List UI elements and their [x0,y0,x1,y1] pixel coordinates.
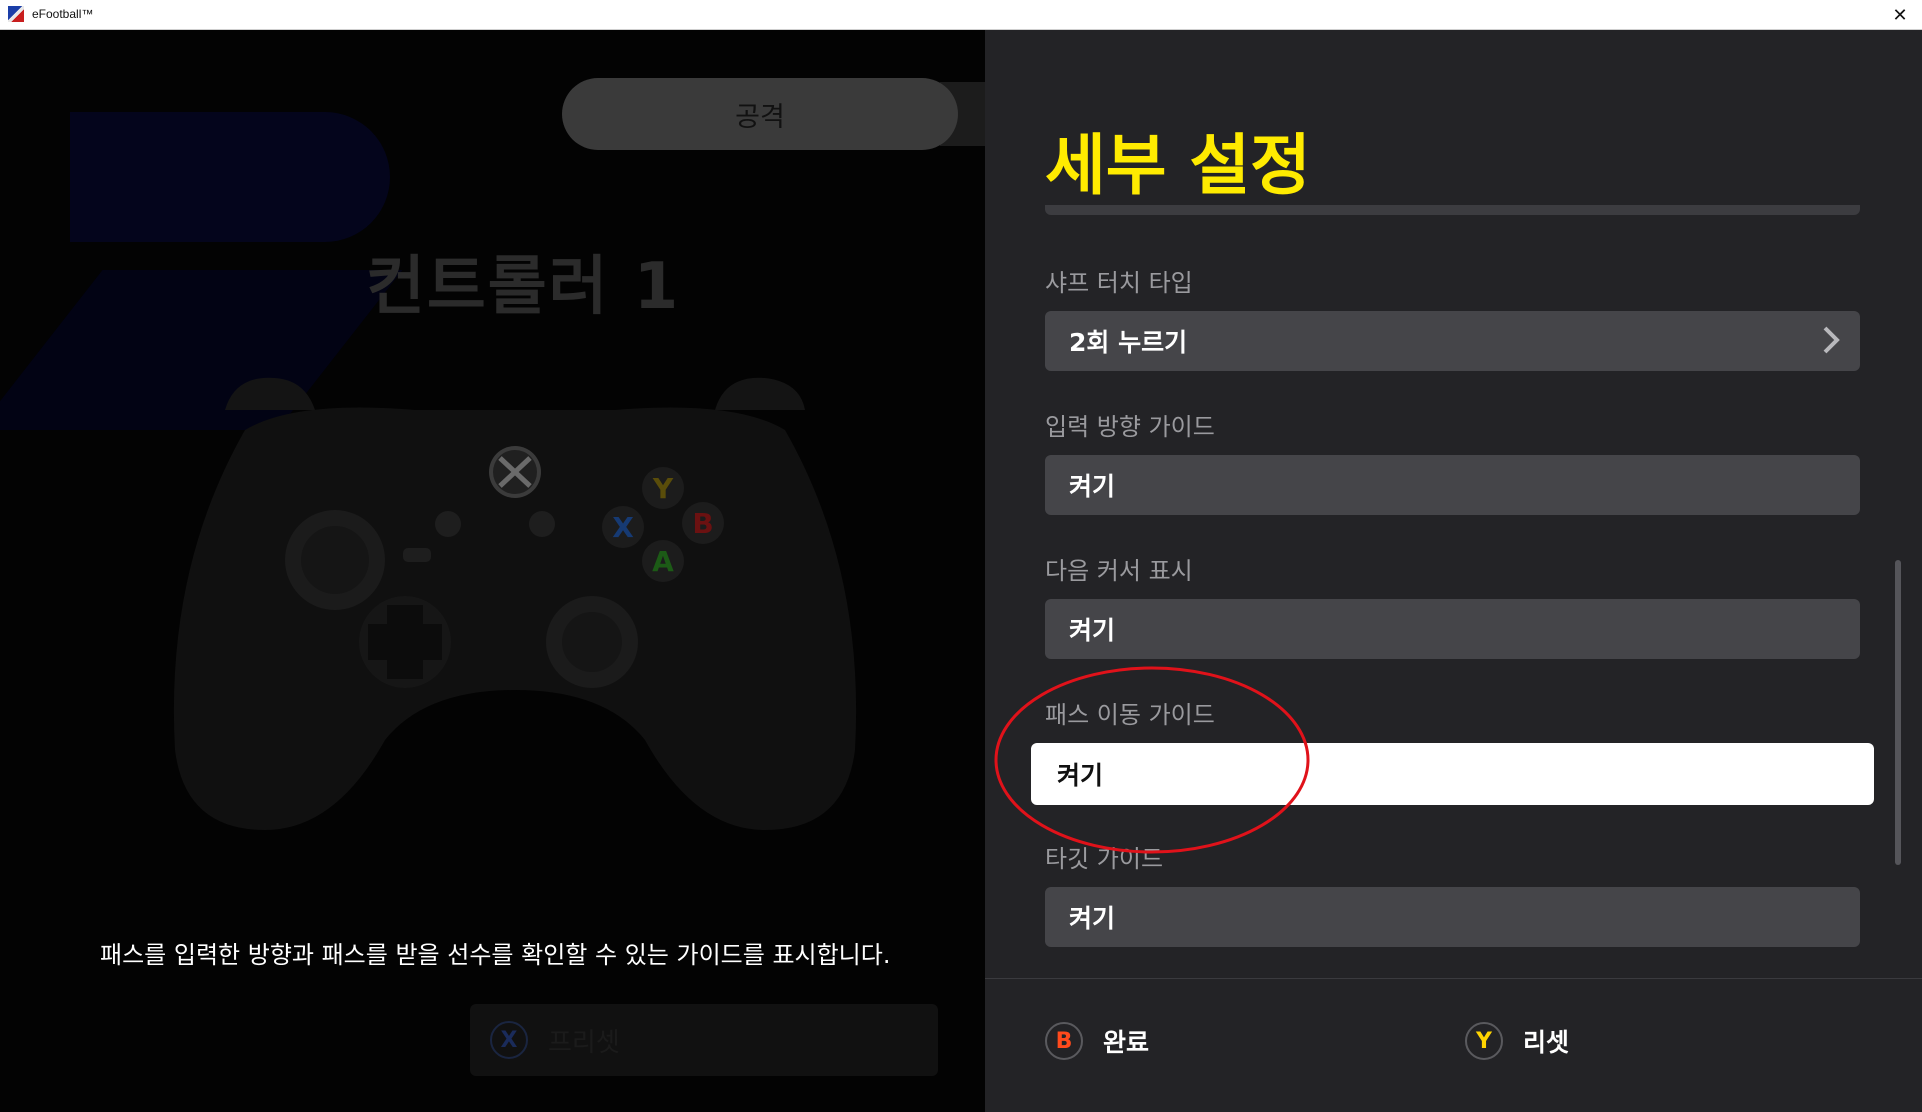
x-button-icon: X [490,1021,528,1059]
setting-label: 타깃 가이드 [1045,845,1164,873]
done-button[interactable]: B 완료 [1045,1022,1149,1060]
setting-description: 패스를 입력한 방향과 패스를 받을 선수를 확인할 수 있는 가이드를 표시합… [100,941,891,969]
panel-title: 세부 설정 [1045,127,1311,204]
detail-settings-panel: 세부 설정 샤프 터치 타입 2회 누르기 입력 방향 가이드 켜기 다음 커서… [985,30,1922,1112]
setting-label: 입력 방향 가이드 [1045,413,1215,441]
reset-button[interactable]: Y 리셋 [1465,1022,1569,1060]
window-title: eFootball™ [32,7,94,21]
b-button-glyph: B [692,507,713,540]
setting-next-cursor-display: 다음 커서 표시 켜기 [1045,553,1860,659]
setting-value-box[interactable]: 켜기 [1045,887,1860,947]
setting-label: 샤프 터치 타입 [1045,269,1193,297]
controller-pane: 공격 컨트롤러 1 Y X B A 패스를 입력한 방향과 패스를 받을 선수를… [0,30,985,1112]
tab-attack[interactable]: 공격 [562,78,958,150]
close-icon[interactable]: ✕ [1878,0,1922,30]
b-button-icon: B [1045,1022,1083,1060]
chevron-right-icon [1823,326,1840,354]
window-titlebar: eFootball™ ✕ [0,0,1922,30]
reset-label: 리셋 [1523,1028,1570,1057]
background-logo-shape [70,112,390,242]
setting-label: 다음 커서 표시 [1045,557,1193,585]
setting-value-box[interactable]: 2회 누르기 [1045,311,1860,371]
xbox-controller-icon: Y X B A [173,377,857,830]
setting-value: 켜기 [1069,904,1116,933]
setting-target-guide: 타깃 가이드 켜기 [1045,841,1860,947]
preset-label: 프리셋 [548,1027,620,1058]
setting-value-box-selected[interactable]: 켜기 [1031,743,1874,805]
setting-value: 켜기 [1069,472,1116,501]
setting-value: 켜기 [1057,761,1104,790]
settings-list: 샤프 터치 타입 2회 누르기 입력 방향 가이드 켜기 다음 커서 표시 켜기… [985,205,1922,985]
setting-value-box[interactable]: 켜기 [1045,455,1860,515]
done-label: 완료 [1103,1028,1150,1057]
x-button-glyph: X [612,511,634,544]
setting-input-direction-guide: 입력 방향 가이드 켜기 [1045,409,1860,515]
setting-pass-movement-guide: 패스 이동 가이드 켜기 [1031,697,1874,805]
setting-label: 패스 이동 가이드 [1045,701,1215,729]
setting-value: 2회 누르기 [1069,328,1188,357]
y-button-glyph: Y [652,472,674,505]
preset-button[interactable]: X 프리셋 [470,1004,938,1076]
setting-value-box[interactable]: 켜기 [1045,599,1860,659]
efootball-app-icon [8,6,24,22]
a-button-glyph: A [652,545,674,578]
setting-sharp-touch-type: 샤프 터치 타입 2회 누르기 [1045,265,1860,371]
footer-divider [985,978,1922,979]
settings-scrollbar[interactable] [1895,560,1901,865]
previous-setting-box [1045,205,1860,215]
y-button-icon: Y [1465,1022,1503,1060]
setting-value: 켜기 [1069,616,1116,645]
controller-title: 컨트롤러 1 [366,250,681,324]
